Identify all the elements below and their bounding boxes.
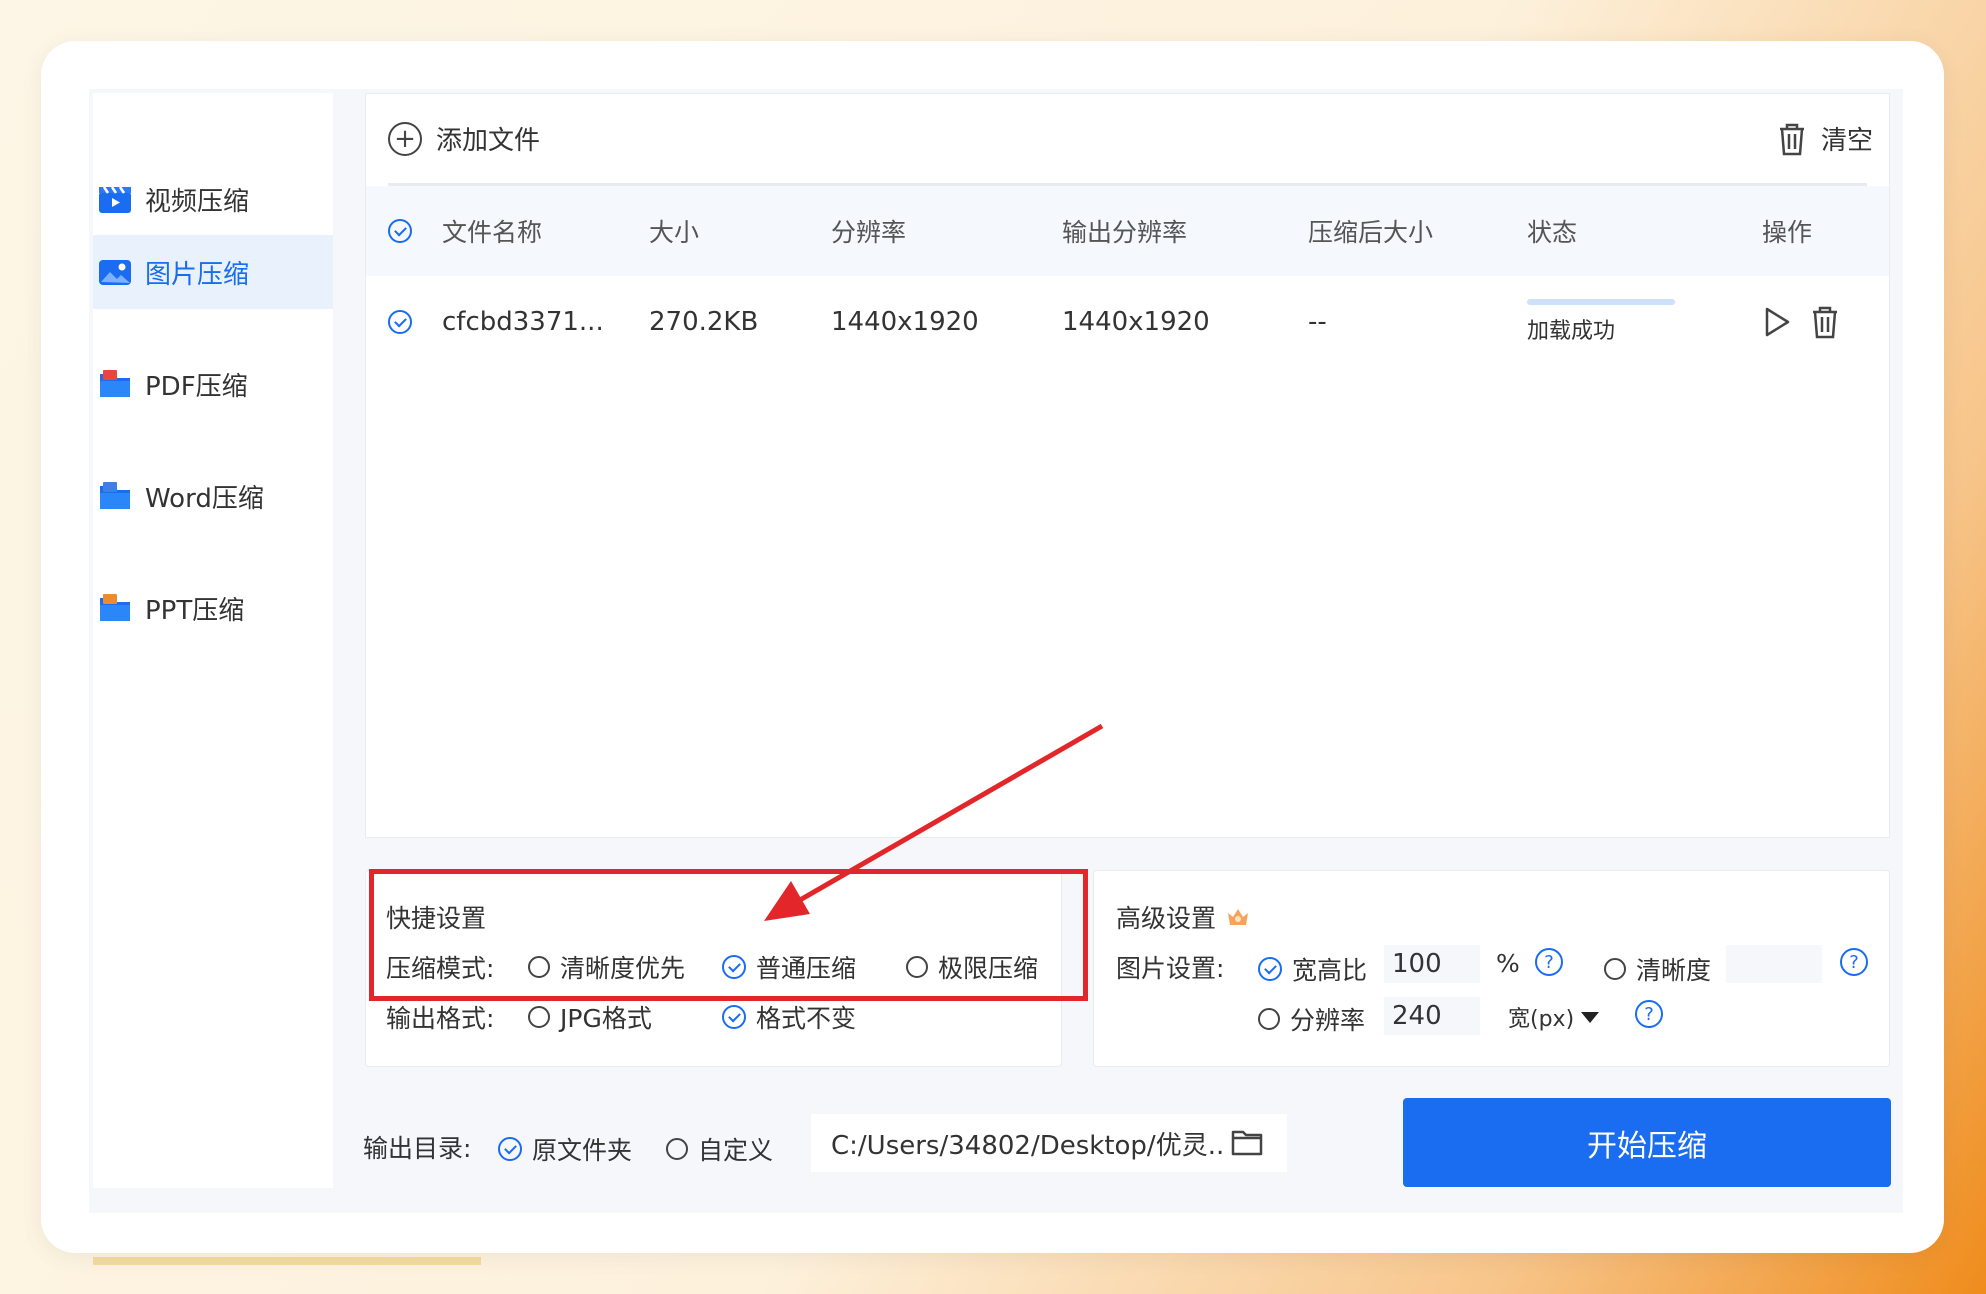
output-option-custom[interactable]: 自定义 <box>666 1131 773 1167</box>
radio-icon <box>666 1138 688 1160</box>
output-path-field[interactable]: C:/Users/34802/Desktop/优灵.. <box>811 1114 1287 1172</box>
output-dir-label: 输出目录: <box>363 1134 472 1163</box>
folder-open-icon[interactable] <box>1231 1128 1263 1156</box>
output-option-original[interactable]: 原文件夹 <box>498 1131 632 1167</box>
option-label: 自定义 <box>698 1136 774 1165</box>
check-icon <box>498 1137 522 1161</box>
output-path-text: C:/Users/34802/Desktop/优灵.. <box>831 1130 1225 1161</box>
start-compress-button[interactable]: 开始压缩 <box>1403 1098 1891 1187</box>
option-label: 原文件夹 <box>532 1136 633 1165</box>
